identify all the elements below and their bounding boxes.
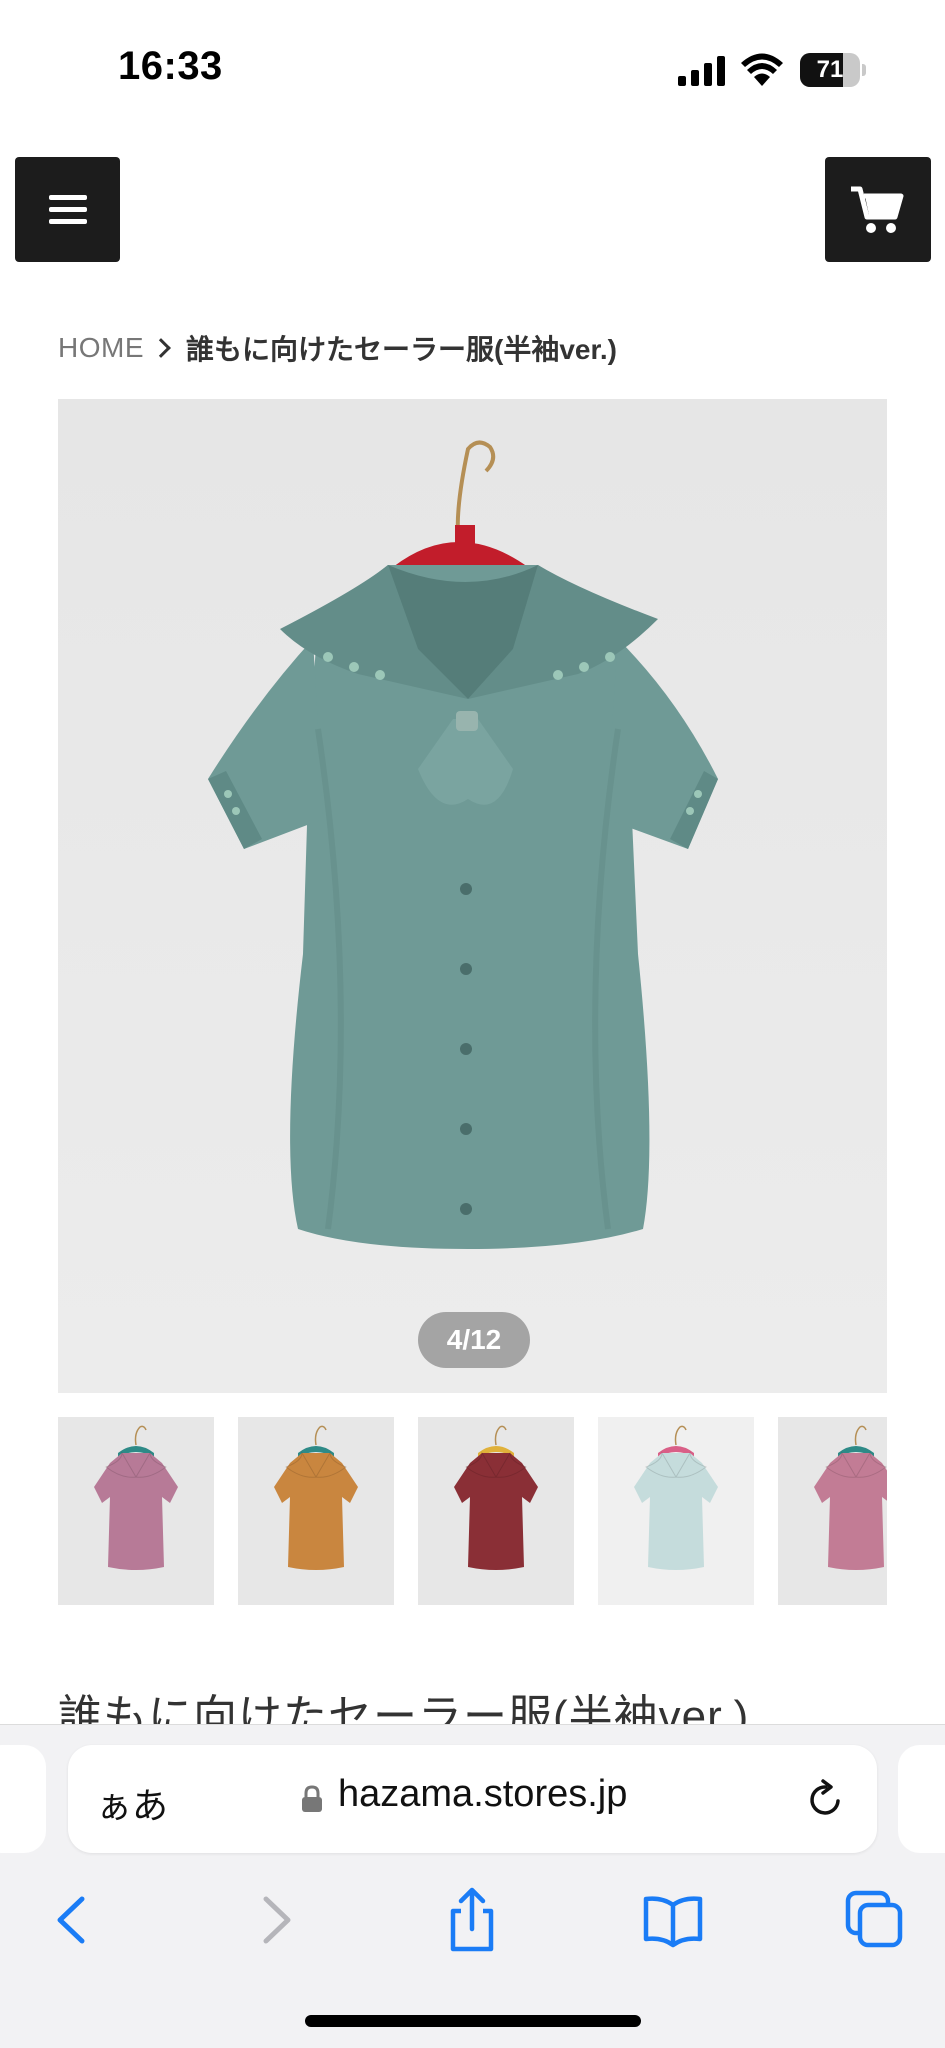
share-icon [450,1887,494,1952]
tabs-button[interactable] [840,1885,910,1955]
thumbnail-blouse-image [454,1425,538,1570]
cart-button[interactable] [825,157,931,262]
forward-button[interactable] [240,1885,310,1955]
hamburger-menu-icon [49,195,87,200]
gallery-pager: 4/12 [418,1312,530,1368]
previous-tab-preview[interactable] [0,1745,46,1853]
thumbnail[interactable] [58,1417,214,1605]
sailor-blouse-image [208,440,718,1249]
next-tab-preview[interactable] [898,1745,945,1853]
thumbnail-blouse-image [274,1425,358,1570]
address-bar[interactable]: ぁあ hazama.stores.jp [68,1745,877,1853]
forward-icon [263,1896,291,1944]
back-button[interactable] [38,1885,108,1955]
thumbnail-strip [58,1417,887,1605]
breadcrumb-current: 誰もに向けたセーラー服(半袖ver.) [186,334,617,365]
wifi-icon [741,53,783,86]
thumbnail-blouse-image [634,1425,718,1570]
chevron-right-icon [151,338,171,358]
thumbnail-blouse-image [94,1425,178,1570]
shopping-cart-icon [851,186,904,233]
thumbnail[interactable] [418,1417,574,1605]
thumbnail-blouse-image [814,1425,887,1570]
battery-icon: 71 [800,53,866,87]
url-text: hazama.stores.jp [338,1773,628,1815]
thumbnail[interactable] [238,1417,394,1605]
battery-level: 71 [816,56,844,83]
tabs-icon [845,1890,903,1948]
back-icon [57,1896,85,1944]
lock-icon [302,1785,322,1812]
menu-button[interactable] [15,157,120,262]
thumbnail[interactable] [598,1417,754,1605]
bookmarks-button[interactable] [638,1885,708,1955]
breadcrumb-home-link[interactable]: HOME [58,332,144,364]
breadcrumb: HOME 誰もに向けたセーラー服(半袖ver.) [58,328,617,368]
thumbnail[interactable] [778,1417,887,1605]
status-bar: 16:33 71 [0,0,945,140]
share-button[interactable] [437,1885,507,1955]
status-time: 16:33 [118,44,223,88]
bookmarks-icon [643,1896,703,1948]
page-settings-button[interactable]: ぁあ [96,1777,168,1829]
home-indicator [305,2015,641,2027]
product-main-image[interactable]: 4/12 [58,399,887,1393]
cellular-signal-icon [678,56,725,86]
browser-bottom-bar: ぁあ hazama.stores.jp [0,1724,945,2048]
reload-icon[interactable] [806,1779,846,1819]
